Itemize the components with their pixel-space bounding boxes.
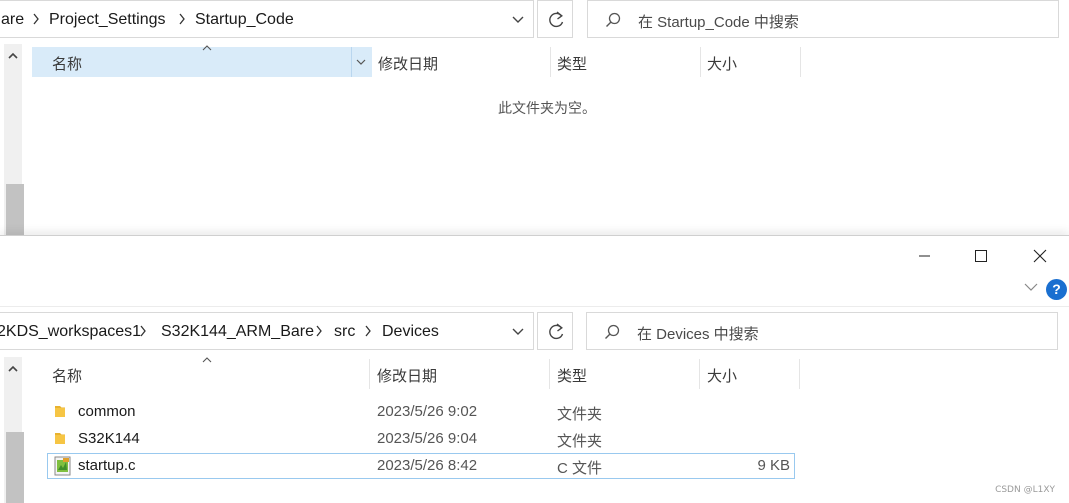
column-header-label: 大小: [707, 56, 738, 73]
column-header-type[interactable]: 类型: [551, 47, 701, 77]
refresh-icon: [549, 323, 564, 340]
column-header-label: 类型: [557, 368, 588, 385]
minimize-icon: [919, 255, 930, 257]
search-box[interactable]: 在 Devices 中搜索: [586, 312, 1058, 350]
file-date: 2023/5/26 9:04: [377, 430, 478, 447]
c-file-icon: [54, 456, 71, 476]
breadcrumb-item[interactable]: Devices: [382, 323, 439, 341]
column-divider: [351, 47, 352, 77]
vertical-scrollbar[interactable]: [4, 44, 24, 235]
list-item-selected[interactable]: startup.c 2023/5/26 8:42 C 文件 9 KB: [47, 453, 795, 479]
column-header-type[interactable]: 类型: [550, 359, 700, 389]
scrollbar-thumb[interactable]: [6, 432, 24, 503]
file-date: 2023/5/26 9:02: [377, 403, 478, 420]
column-header-name[interactable]: 名称: [46, 357, 370, 389]
explorer-window-devices: ? 2KDS_workspaces1 S32K144_ARM_Bare src …: [0, 235, 1069, 503]
expand-ribbon-icon[interactable]: [1022, 280, 1040, 294]
chevron-down-icon[interactable]: [503, 1, 533, 39]
breadcrumb-item[interactable]: are: [1, 11, 24, 29]
chevron-right-icon: [140, 325, 146, 337]
list-item[interactable]: S32K144 2023/5/26 9:04 文件夹: [47, 426, 795, 452]
column-header-label: 名称: [52, 368, 83, 385]
address-bar[interactable]: are Project_Settings Startup_Code: [0, 0, 534, 38]
column-divider: [800, 47, 801, 77]
chevron-down-icon[interactable]: [503, 313, 533, 351]
column-header-size[interactable]: 大小: [700, 359, 800, 389]
column-header-size[interactable]: 大小: [701, 47, 801, 77]
scroll-up-icon[interactable]: [6, 50, 20, 62]
chevron-right-icon: [33, 13, 39, 25]
file-type: C 文件: [557, 460, 603, 477]
refresh-icon: [549, 11, 564, 28]
column-header-date[interactable]: 修改日期: [370, 359, 549, 389]
breadcrumb-item[interactable]: S32K144_ARM_Bare: [161, 323, 314, 341]
ribbon-divider: [0, 306, 1069, 307]
column-header-label: 修改日期: [378, 56, 439, 73]
file-name: startup.c: [78, 457, 136, 474]
close-button[interactable]: [1017, 236, 1063, 276]
maximize-icon: [975, 250, 987, 262]
folder-icon: [55, 433, 65, 444]
file-type: 文件夹: [557, 406, 603, 423]
breadcrumb-item[interactable]: src: [334, 323, 355, 341]
chevron-right-icon: [365, 325, 371, 337]
address-bar[interactable]: 2KDS_workspaces1 S32K144_ARM_Bare src De…: [0, 312, 534, 350]
file-name: common: [78, 403, 136, 420]
sort-up-icon: [202, 357, 212, 363]
sort-up-icon: [202, 45, 212, 51]
column-header-label: 类型: [557, 56, 588, 73]
breadcrumb-item[interactable]: 2KDS_workspaces1: [0, 323, 141, 341]
help-button[interactable]: ?: [1046, 279, 1067, 300]
list-item[interactable]: common 2023/5/26 9:02 文件夹: [47, 399, 795, 425]
column-header-name[interactable]: 名称: [32, 45, 372, 77]
column-header-date[interactable]: 修改日期: [372, 47, 550, 77]
scrollbar-thumb[interactable]: [6, 184, 24, 235]
watermark: CSDN @L1XY: [995, 485, 1055, 495]
search-icon: [605, 324, 620, 339]
search-input[interactable]: 在 Startup_Code 中搜索: [638, 11, 799, 32]
search-box[interactable]: 在 Startup_Code 中搜索: [587, 0, 1059, 38]
refresh-button[interactable]: [537, 312, 573, 350]
refresh-button[interactable]: [537, 0, 573, 38]
chevron-down-icon[interactable]: [353, 55, 369, 69]
scroll-up-icon[interactable]: [6, 363, 20, 375]
breadcrumb-item[interactable]: Startup_Code: [195, 11, 294, 29]
file-type: 文件夹: [557, 433, 603, 450]
column-header-label: 大小: [707, 368, 738, 385]
file-size: 9 KB: [757, 457, 790, 474]
search-input[interactable]: 在 Devices 中搜索: [637, 323, 759, 344]
explorer-window-startup-code: are Project_Settings Startup_Code 在 Star…: [0, 0, 1069, 235]
minimize-button[interactable]: [901, 236, 947, 276]
search-icon: [606, 12, 621, 27]
column-header-label: 名称: [52, 56, 83, 73]
vertical-scrollbar[interactable]: [4, 357, 24, 503]
column-divider: [799, 359, 800, 389]
close-icon: [1033, 249, 1047, 263]
file-name: S32K144: [78, 430, 140, 447]
chevron-right-icon: [179, 13, 185, 25]
column-header-label: 修改日期: [377, 368, 438, 385]
file-date: 2023/5/26 8:42: [377, 457, 478, 474]
folder-icon: [55, 406, 65, 417]
maximize-button[interactable]: [958, 236, 1004, 276]
breadcrumb-item[interactable]: Project_Settings: [49, 11, 166, 29]
chevron-right-icon: [316, 325, 322, 337]
empty-folder-message: 此文件夹为空。: [498, 100, 596, 116]
